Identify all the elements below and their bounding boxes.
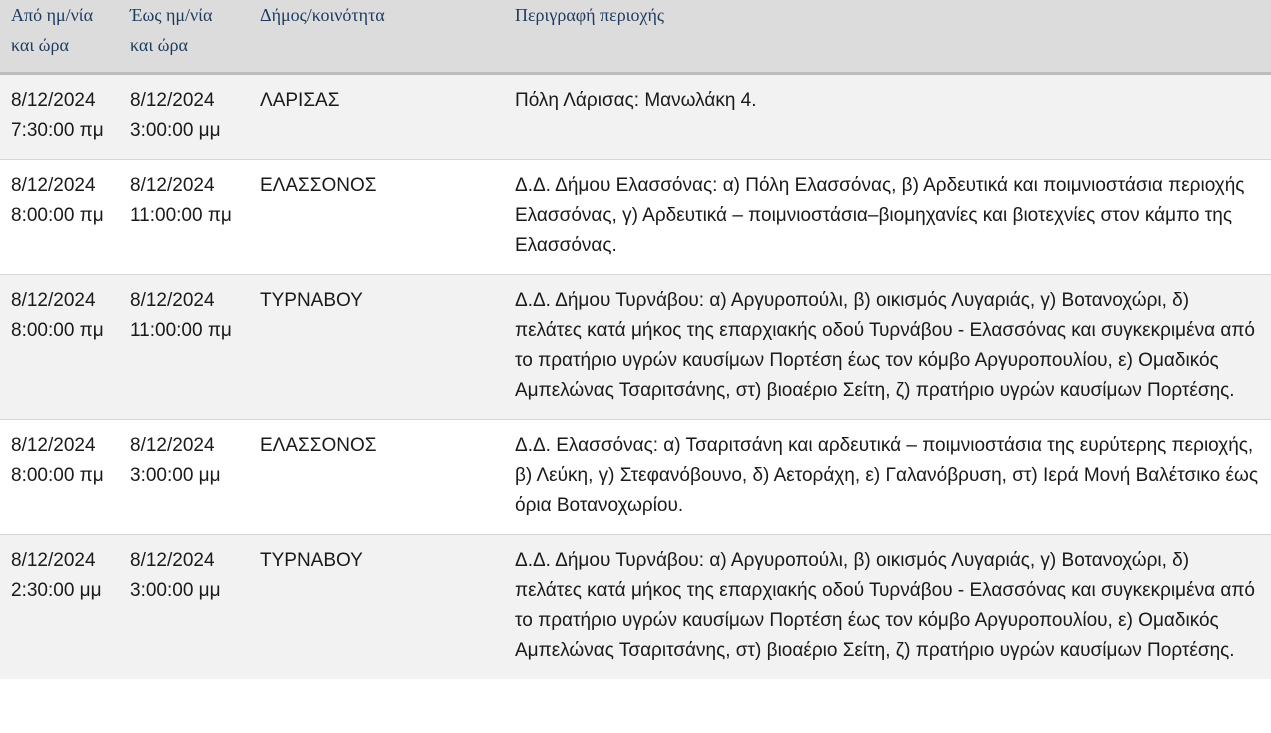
to-time: 11:00:00 πμ bbox=[130, 320, 232, 341]
cell-to: 8/12/2024 3:00:00 μμ bbox=[130, 535, 260, 680]
table-row: 8/12/2024 8:00:00 πμ 8/12/2024 11:00:00 πμ… bbox=[0, 274, 1271, 420]
header-from-line1: Από ημ/νία bbox=[11, 5, 94, 25]
cell-from: 8/12/2024 8:00:00 πμ bbox=[0, 419, 130, 535]
from-date: 8/12/2024 bbox=[11, 90, 96, 111]
cell-from: 8/12/2024 8:00:00 πμ bbox=[0, 159, 130, 275]
cell-to: 8/12/2024 11:00:00 πμ bbox=[130, 274, 260, 420]
cell-from: 8/12/2024 8:00:00 πμ bbox=[0, 274, 130, 420]
cell-to: 8/12/2024 3:00:00 μμ bbox=[130, 73, 260, 160]
header-area[interactable]: Περιγραφή περιοχής bbox=[515, 0, 1271, 74]
cell-area: Δ.Δ. Δήμου Τυρνάβου: α) Αργυροπούλι, β) … bbox=[515, 550, 1255, 661]
header-to-line2: και ώρα bbox=[130, 35, 188, 55]
to-time: 3:00:00 μμ bbox=[130, 465, 221, 486]
from-time: 8:00:00 πμ bbox=[11, 320, 104, 341]
cell-area: Δ.Δ. Δήμου Τυρνάβου: α) Αργυροπούλι, β) … bbox=[515, 274, 1271, 420]
header-municipality[interactable]: Δήμος/κοινότητα bbox=[260, 0, 515, 74]
cell-to: 8/12/2024 3:00:00 μμ bbox=[130, 419, 260, 535]
from-date: 8/12/2024 bbox=[11, 175, 96, 196]
cell-municipality: ΛΑΡΙΣΑΣ bbox=[260, 73, 515, 160]
table-header: Από ημ/νία και ώρα Έως ημ/νία και ώρα Δή… bbox=[0, 0, 1271, 74]
header-to-line1: Έως ημ/νία bbox=[130, 5, 213, 25]
to-time: 3:00:00 μμ bbox=[130, 580, 221, 601]
from-time: 8:00:00 πμ bbox=[11, 465, 104, 486]
table-row: 8/12/2024 8:00:00 πμ 8/12/2024 11:00:00 πμ… bbox=[0, 159, 1271, 275]
to-date: 8/12/2024 bbox=[130, 175, 215, 196]
from-time: 8:00:00 πμ bbox=[11, 205, 104, 226]
to-date: 8/12/2024 bbox=[130, 90, 215, 111]
to-date: 8/12/2024 bbox=[130, 290, 215, 311]
from-date: 8/12/2024 bbox=[11, 290, 96, 311]
cell-area: Δ.Δ. Δήμου Ελασσόνας: α) Πόλη Ελασσόνας,… bbox=[515, 159, 1271, 275]
cell-area: Πόλη Λάρισας: Μανωλάκη 4. bbox=[515, 73, 1271, 160]
from-date: 8/12/2024 bbox=[11, 435, 96, 456]
header-to[interactable]: Έως ημ/νία και ώρα bbox=[130, 0, 260, 74]
table-row: 8/12/2024 8:00:00 πμ 8/12/2024 3:00:00 μμ … bbox=[0, 419, 1271, 535]
cell-municipality: ΤΥΡΝΑΒΟΥ bbox=[260, 274, 515, 420]
header-from-line2: και ώρα bbox=[11, 35, 69, 55]
header-row: Από ημ/νία και ώρα Έως ημ/νία και ώρα Δή… bbox=[0, 0, 1271, 74]
outages-table: Από ημ/νία και ώρα Έως ημ/νία και ώρα Δή… bbox=[0, 0, 1271, 679]
cell-municipality: ΕΛΑΣΣΟΝΟΣ bbox=[260, 159, 515, 275]
from-time: 2:30:00 μμ bbox=[11, 580, 102, 601]
table-body: 8/12/2024 7:30:00 πμ 8/12/2024 3:00:00 μμ … bbox=[0, 73, 1271, 680]
to-date: 8/12/2024 bbox=[130, 550, 215, 571]
from-date: 8/12/2024 bbox=[11, 550, 96, 571]
to-date: 8/12/2024 bbox=[130, 435, 215, 456]
cell-from: 8/12/2024 2:30:00 μμ bbox=[0, 535, 130, 680]
cell-from: 8/12/2024 7:30:00 πμ bbox=[0, 73, 130, 160]
to-time: 11:00:00 πμ bbox=[130, 205, 232, 226]
table-row: 8/12/2024 2:30:00 μμ 8/12/2024 3:00:00 μμ … bbox=[0, 534, 1271, 680]
cell-municipality: ΕΛΑΣΣΟΝΟΣ bbox=[260, 419, 515, 535]
to-time: 3:00:00 μμ bbox=[130, 120, 221, 141]
cell-to: 8/12/2024 11:00:00 πμ bbox=[130, 159, 260, 275]
cell-municipality: ΤΥΡΝΑΒΟΥ bbox=[260, 550, 363, 571]
header-from[interactable]: Από ημ/νία και ώρα bbox=[0, 0, 130, 74]
table-row: 8/12/2024 7:30:00 πμ 8/12/2024 3:00:00 μμ … bbox=[0, 73, 1271, 160]
cell-area: Δ.Δ. Ελασσόνας: α) Τσαριτσάνη και αρδευτ… bbox=[515, 419, 1271, 535]
from-time: 7:30:00 πμ bbox=[11, 120, 104, 141]
